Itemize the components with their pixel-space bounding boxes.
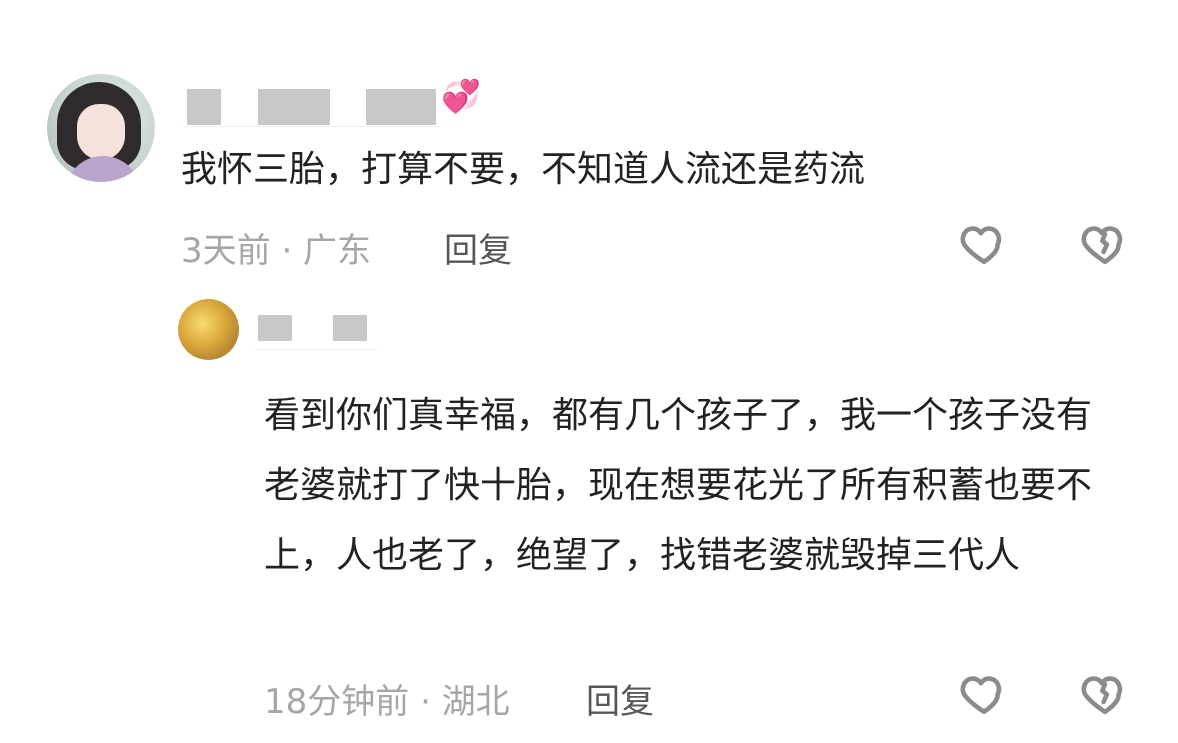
avatar-face	[77, 104, 125, 160]
reply-broken-heart-icon[interactable]	[1080, 668, 1130, 718]
heart-icon[interactable]	[959, 218, 1009, 268]
comment-meta: 3天前 · 广东	[181, 231, 372, 271]
reply-button[interactable]: 回复	[444, 223, 512, 272]
broken-heart-icon[interactable]	[1080, 218, 1130, 268]
heart-emoji: 💞	[441, 77, 481, 115]
reply-username-block-2	[333, 315, 367, 341]
reply-user-avatar[interactable]	[178, 299, 239, 360]
username-block-2	[258, 89, 330, 125]
username-block-3	[366, 89, 436, 125]
reply-username-block-1	[258, 315, 292, 341]
reply-comment-text: 看到你们真幸福，都有几个孩子了，我一个孩子没有老婆就打了快十胎，现在想要花光了所…	[264, 395, 1093, 576]
user-avatar[interactable]	[47, 74, 155, 182]
reply-comment-meta: 18分钟前 · 湖北	[264, 682, 510, 722]
reply-username-underline	[254, 349, 378, 350]
comment-text: 我怀三胎，打算不要，不知道人流还是药流	[181, 149, 866, 190]
reply-heart-icon[interactable]	[959, 668, 1009, 718]
username-underline	[183, 126, 441, 127]
reply-reply-button[interactable]: 回复	[586, 674, 654, 723]
username-block-1	[187, 89, 221, 125]
